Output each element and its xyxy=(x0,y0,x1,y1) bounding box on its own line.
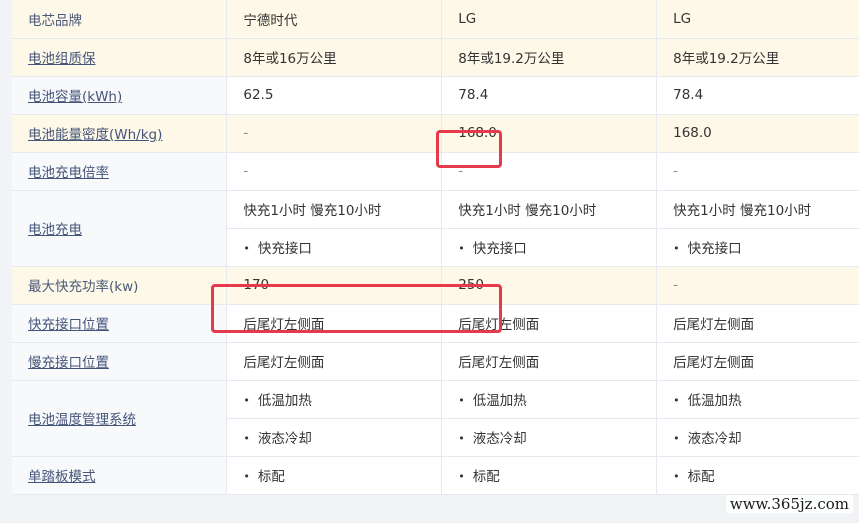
row-label-thermal[interactable]: 电池温度管理系统 xyxy=(12,380,228,457)
warranty-value-1: 8年或16万公里 xyxy=(226,38,443,77)
row-label-density[interactable]: 电池能量密度(Wh/kg) xyxy=(12,114,228,153)
thermal-heat-2: 低温加热 xyxy=(441,380,658,419)
brand-value-1: 宁德时代 xyxy=(226,0,443,39)
watermark: www.365jz.com xyxy=(725,495,853,513)
charging-port-1: 快充接口 xyxy=(226,228,443,267)
charging-time-1: 快充1小时 慢充10小时 xyxy=(226,190,443,229)
one-pedal-value-3: 标配 xyxy=(656,456,859,495)
warranty-value-3: 8年或19.2万公里 xyxy=(656,38,859,77)
thermal-cool-1: 液态冷却 xyxy=(226,418,443,457)
row-label-fast-port-position[interactable]: 快充接口位置 xyxy=(12,304,228,343)
table-row: 慢充接口位置 后尾灯左侧面 后尾灯左侧面 后尾灯左侧面 xyxy=(12,342,859,381)
fast-port-position-2: 后尾灯左侧面 xyxy=(441,304,658,343)
slow-port-position-3: 后尾灯左侧面 xyxy=(656,342,859,381)
thermal-cool-3: 液态冷却 xyxy=(656,418,859,457)
table-row: 电芯品牌 宁德时代 LG LG xyxy=(12,0,859,39)
table-row: 单踏板模式 标配 标配 标配 xyxy=(12,456,859,495)
table-row: 电池温度管理系统 低温加热 低温加热 低温加热 xyxy=(12,380,859,457)
fast-port-position-1: 后尾灯左侧面 xyxy=(226,304,443,343)
row-label-charging[interactable]: 电池充电 xyxy=(12,190,228,267)
row-label-slow-port-position[interactable]: 慢充接口位置 xyxy=(12,342,228,381)
density-value-2: 168.0 xyxy=(441,114,658,153)
brand-value-3: LG xyxy=(656,0,859,39)
charging-time-2: 快充1小时 慢充10小时 xyxy=(441,190,658,229)
capacity-value-3: 78.4 xyxy=(656,76,859,115)
warranty-value-2: 8年或19.2万公里 xyxy=(441,38,658,77)
table-row: 电池能量密度(Wh/kg) - 168.0 168.0 xyxy=(12,114,859,153)
slow-port-position-1: 后尾灯左侧面 xyxy=(226,342,443,381)
charging-time-3: 快充1小时 慢充10小时 xyxy=(656,190,859,229)
table-row: 快充接口位置 后尾灯左侧面 后尾灯左侧面 后尾灯左侧面 xyxy=(12,304,859,343)
charging-port-3: 快充接口 xyxy=(656,228,859,267)
density-value-3: 168.0 xyxy=(656,114,859,153)
slow-port-position-2: 后尾灯左侧面 xyxy=(441,342,658,381)
max-power-value-3: - xyxy=(656,266,859,305)
row-label-one-pedal[interactable]: 单踏板模式 xyxy=(12,456,228,495)
charge-rate-value-2: - xyxy=(441,152,658,191)
table-row: 电池组质保 8年或16万公里 8年或19.2万公里 8年或19.2万公里 xyxy=(12,38,859,77)
charge-rate-value-3: - xyxy=(656,152,859,191)
density-value-1: - xyxy=(226,114,443,153)
row-label-charge-rate[interactable]: 电池充电倍率 xyxy=(12,152,228,191)
max-power-value-2: 250 xyxy=(441,266,658,305)
row-label-warranty[interactable]: 电池组质保 xyxy=(12,38,228,77)
table-row: 最大快充功率(kw) 170 250 - xyxy=(12,266,859,305)
one-pedal-value-2: 标配 xyxy=(441,456,658,495)
table-row: 电池容量(kWh) 62.5 78.4 78.4 xyxy=(12,76,859,115)
fast-port-position-3: 后尾灯左侧面 xyxy=(656,304,859,343)
brand-value-2: LG xyxy=(441,0,658,39)
thermal-cool-2: 液态冷却 xyxy=(441,418,658,457)
charge-rate-value-1: - xyxy=(226,152,443,191)
charging-port-2: 快充接口 xyxy=(441,228,658,267)
max-power-value-1: 170 xyxy=(226,266,443,305)
battery-spec-table: 电芯品牌 宁德时代 LG LG 电池组质保 8年或16万公里 8年或19.2万公… xyxy=(12,0,859,495)
one-pedal-value-1: 标配 xyxy=(226,456,443,495)
thermal-heat-3: 低温加热 xyxy=(656,380,859,419)
table-row: 电池充电 快充1小时 慢充10小时 快充1小时 慢充10小时 快充1小时 慢充1… xyxy=(12,190,859,267)
capacity-value-1: 62.5 xyxy=(226,76,443,115)
table-row: 电池充电倍率 - - - xyxy=(12,152,859,191)
capacity-value-2: 78.4 xyxy=(441,76,658,115)
row-label-brand: 电芯品牌 xyxy=(12,0,228,39)
row-label-capacity[interactable]: 电池容量(kWh) xyxy=(12,76,228,115)
thermal-heat-1: 低温加热 xyxy=(226,380,443,419)
row-label-max-power: 最大快充功率(kw) xyxy=(12,266,228,305)
